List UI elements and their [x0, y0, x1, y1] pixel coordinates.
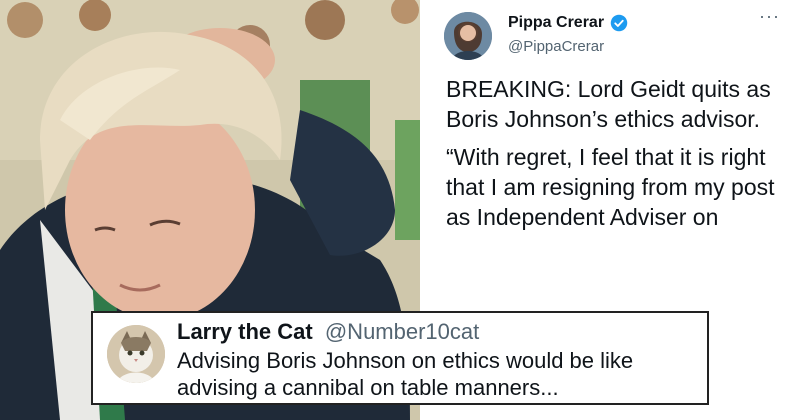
tweet-text: BREAKING: Lord Geidt quits as Boris John…: [446, 74, 796, 240]
avatar-image: [444, 12, 492, 60]
verified-badge-icon: [610, 14, 628, 32]
quote-author-handle[interactable]: @Number10cat: [325, 319, 479, 344]
author-handle[interactable]: @PippaCrerar: [508, 38, 604, 55]
tweet-paragraph: “With regret, I feel that it is right th…: [446, 144, 775, 230]
author-name[interactable]: Pippa Crerar: [508, 14, 604, 32]
author-avatar[interactable]: [444, 12, 492, 60]
cat-avatar-image: [107, 325, 165, 383]
quote-author-avatar[interactable]: [107, 325, 165, 383]
tweet-paragraph: BREAKING: Lord Geidt quits as Boris John…: [446, 76, 771, 132]
author-name-row[interactable]: Pippa Crerar: [508, 14, 628, 32]
quote-text: Advising Boris Johnson on ethics would b…: [177, 348, 634, 400]
quote-author-name[interactable]: Larry the Cat: [177, 319, 313, 344]
quote-header: Larry the Cat @Number10cat: [177, 319, 479, 345]
more-options-icon[interactable]: ···: [759, 6, 780, 27]
quoted-tweet: Larry the Cat @Number10cat Advising Bori…: [91, 311, 709, 405]
tweet-card: Pippa Crerar @PippaCrerar ··· BREAKING: …: [428, 0, 800, 310]
